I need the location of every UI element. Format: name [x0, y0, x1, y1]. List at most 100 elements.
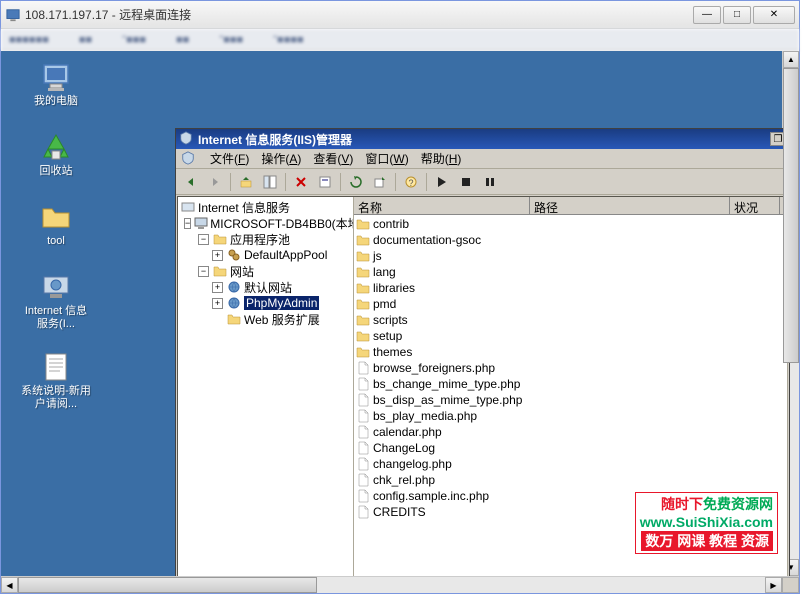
file-icon [355, 505, 371, 519]
tree-default-pool[interactable]: + DefaultAppPool [180, 247, 351, 263]
expand-icon[interactable]: + [212, 298, 223, 309]
properties-button[interactable] [314, 171, 336, 193]
list-item[interactable]: calendar.php [355, 424, 786, 440]
column-header[interactable]: 状况 [730, 197, 780, 214]
list-item[interactable]: lang [355, 264, 786, 280]
list-item[interactable]: themes [355, 344, 786, 360]
column-header[interactable]: 路径 [530, 197, 730, 214]
file-icon [355, 393, 371, 407]
help-button[interactable]: ? [400, 171, 422, 193]
expand-icon[interactable]: − [184, 218, 191, 229]
item-name: lang [373, 265, 396, 279]
tree-web-extensions[interactable]: Web 服务扩展 [180, 311, 351, 327]
scroll-thumb[interactable] [783, 68, 799, 363]
computer-icon [40, 61, 72, 93]
list-item[interactable]: bs_play_media.php [355, 408, 786, 424]
rdp-icon [5, 7, 21, 23]
rdp-hscroll[interactable]: ◀ ▶ [1, 576, 799, 593]
list-item[interactable]: chk_rel.php [355, 472, 786, 488]
list-item[interactable]: changelog.php [355, 456, 786, 472]
iis-toolbar: ? [176, 169, 789, 195]
menu-f[interactable]: 文件(F) [204, 150, 255, 168]
rdp-vscroll[interactable]: ▲ ▼ [782, 51, 799, 576]
menu-v[interactable]: 查看(V) [307, 150, 359, 168]
watermark: 随时下免费资源网 www.SuiShiXia.com 数万 网课 教程 资源 [635, 492, 778, 554]
tree-root[interactable]: Internet 信息服务 [180, 199, 351, 215]
folder-icon [355, 329, 371, 343]
menu-h[interactable]: 帮助(H) [415, 150, 468, 168]
desktop-icon-label: 回收站 [40, 165, 73, 178]
recycle-icon [40, 131, 72, 163]
expand-icon[interactable]: − [198, 266, 209, 277]
globe-icon [226, 280, 242, 294]
list-header: 名称路径状况 [354, 197, 787, 215]
list-item[interactable]: libraries [355, 280, 786, 296]
pause-button[interactable] [479, 171, 501, 193]
file-icon [355, 425, 371, 439]
tree-app-pools[interactable]: − 应用程序池 [180, 231, 351, 247]
scroll-left-button[interactable]: ◀ [1, 577, 18, 593]
scroll-up-button[interactable]: ▲ [783, 51, 799, 68]
list-item[interactable]: pmd [355, 296, 786, 312]
computer-icon [194, 216, 208, 230]
tree-phpmyadmin[interactable]: + PhpMyAdmin [180, 295, 351, 311]
item-name: js [373, 249, 382, 263]
menu-a[interactable]: 操作(A) [255, 150, 307, 168]
forward-button[interactable] [204, 171, 226, 193]
stop-button[interactable] [455, 171, 477, 193]
refresh-button[interactable] [345, 171, 367, 193]
iis-tree-panel[interactable]: Internet 信息服务 − MICROSOFT-DB4BB0(本地计 − 应… [178, 197, 354, 576]
maximize-button[interactable]: □ [723, 6, 751, 24]
column-header[interactable]: 名称 [354, 197, 530, 214]
item-name: changelog.php [373, 457, 452, 471]
file-icon [355, 361, 371, 375]
desktop-icon-computer[interactable]: 我的电脑 [21, 61, 91, 108]
list-item[interactable]: browse_foreigners.php [355, 360, 786, 376]
folder-icon [212, 232, 228, 246]
export-button[interactable] [369, 171, 391, 193]
list-item[interactable]: scripts [355, 312, 786, 328]
expand-icon[interactable]: + [212, 250, 223, 261]
desktop-icon-label: tool [47, 235, 65, 248]
list-item[interactable]: ChangeLog [355, 440, 786, 456]
back-button[interactable] [180, 171, 202, 193]
list-item[interactable]: setup [355, 328, 786, 344]
list-item[interactable]: bs_change_mime_type.php [355, 376, 786, 392]
folder-icon [355, 297, 371, 311]
item-name: themes [373, 345, 412, 359]
window-controls: — □ ✕ [693, 6, 795, 24]
desktop-icon-text[interactable]: 系统说明-新用户请阅... [21, 351, 91, 411]
file-icon [355, 409, 371, 423]
desktop-icon-recycle[interactable]: 回收站 [21, 131, 91, 178]
expand-icon[interactable]: + [212, 282, 223, 293]
folder-icon [355, 233, 371, 247]
desktop-icon-folder[interactable]: tool [21, 201, 91, 248]
tree-default-site[interactable]: + 默认网站 [180, 279, 351, 295]
iis-titlebar[interactable]: Internet 信息服务(IIS)管理器 ❐ [176, 129, 789, 149]
list-item[interactable]: bs_disp_as_mime_type.php [355, 392, 786, 408]
iis-sysmenu-icon[interactable] [180, 151, 198, 167]
list-item[interactable]: js [355, 248, 786, 264]
menu-w[interactable]: 窗口(W) [359, 150, 414, 168]
expand-icon[interactable]: − [198, 234, 209, 245]
scroll-right-button[interactable]: ▶ [765, 577, 782, 593]
list-item[interactable]: contrib [355, 216, 786, 232]
delete-button[interactable] [290, 171, 312, 193]
list-item[interactable]: documentation-gsoc [355, 232, 786, 248]
folder-icon [355, 265, 371, 279]
tree-computer[interactable]: − MICROSOFT-DB4BB0(本地计 [180, 215, 351, 231]
iis-title: Internet 信息服务(IIS)管理器 [198, 131, 770, 148]
close-button[interactable]: ✕ [753, 6, 795, 24]
minimize-button[interactable]: — [693, 6, 721, 24]
show-tree-button[interactable] [259, 171, 281, 193]
tree-websites[interactable]: − 网站 [180, 263, 351, 279]
remote-desktop[interactable]: 我的电脑回收站 tool Internet 信息服务(I... 系统说明-新用户请阅.… [1, 51, 782, 576]
up-button[interactable] [235, 171, 257, 193]
desktop-icon-iis[interactable]: Internet 信息服务(I... [21, 271, 91, 331]
scroll-thumb[interactable] [18, 577, 317, 593]
server-icon [180, 200, 196, 214]
item-name: bs_play_media.php [373, 409, 477, 423]
start-button[interactable] [431, 171, 453, 193]
item-name: CREDITS [373, 505, 426, 519]
item-name: calendar.php [373, 425, 442, 439]
